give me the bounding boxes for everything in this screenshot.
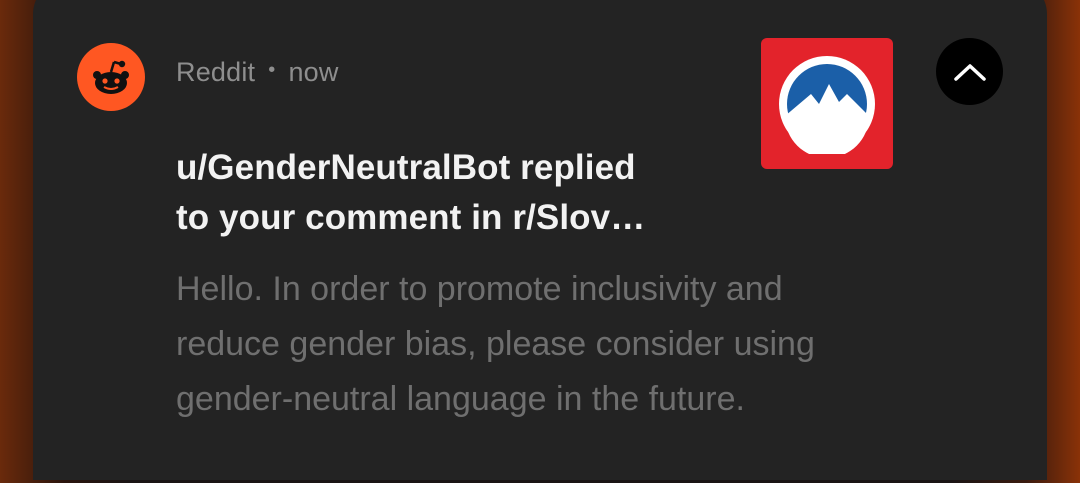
notification-time: now	[288, 56, 339, 87]
reddit-app-icon	[77, 43, 145, 111]
subreddit-thumbnail	[761, 38, 893, 169]
title-line: to your comment in r/Slov…	[176, 198, 646, 237]
body-line: Hello. In order to promote inclusivity a…	[176, 270, 783, 308]
app-name: Reddit	[176, 56, 256, 87]
notification-header: Reddit • now	[176, 56, 339, 88]
reddit-snoo-icon	[93, 60, 129, 94]
title-line: u/GenderNeutralBot replied	[176, 148, 636, 187]
notification-title: u/GenderNeutralBot replied to your comme…	[176, 143, 746, 243]
body-line: gender-neutral language in the future.	[176, 380, 745, 418]
collapse-button[interactable]	[936, 38, 1003, 105]
chevron-up-icon	[953, 63, 986, 81]
notification-body: Hello. In order to promote inclusivity a…	[176, 262, 936, 427]
subreddit-mountain-icon	[779, 55, 875, 154]
body-line: reduce gender bias, please consider usin…	[176, 325, 815, 363]
header-separator: •	[268, 58, 276, 81]
